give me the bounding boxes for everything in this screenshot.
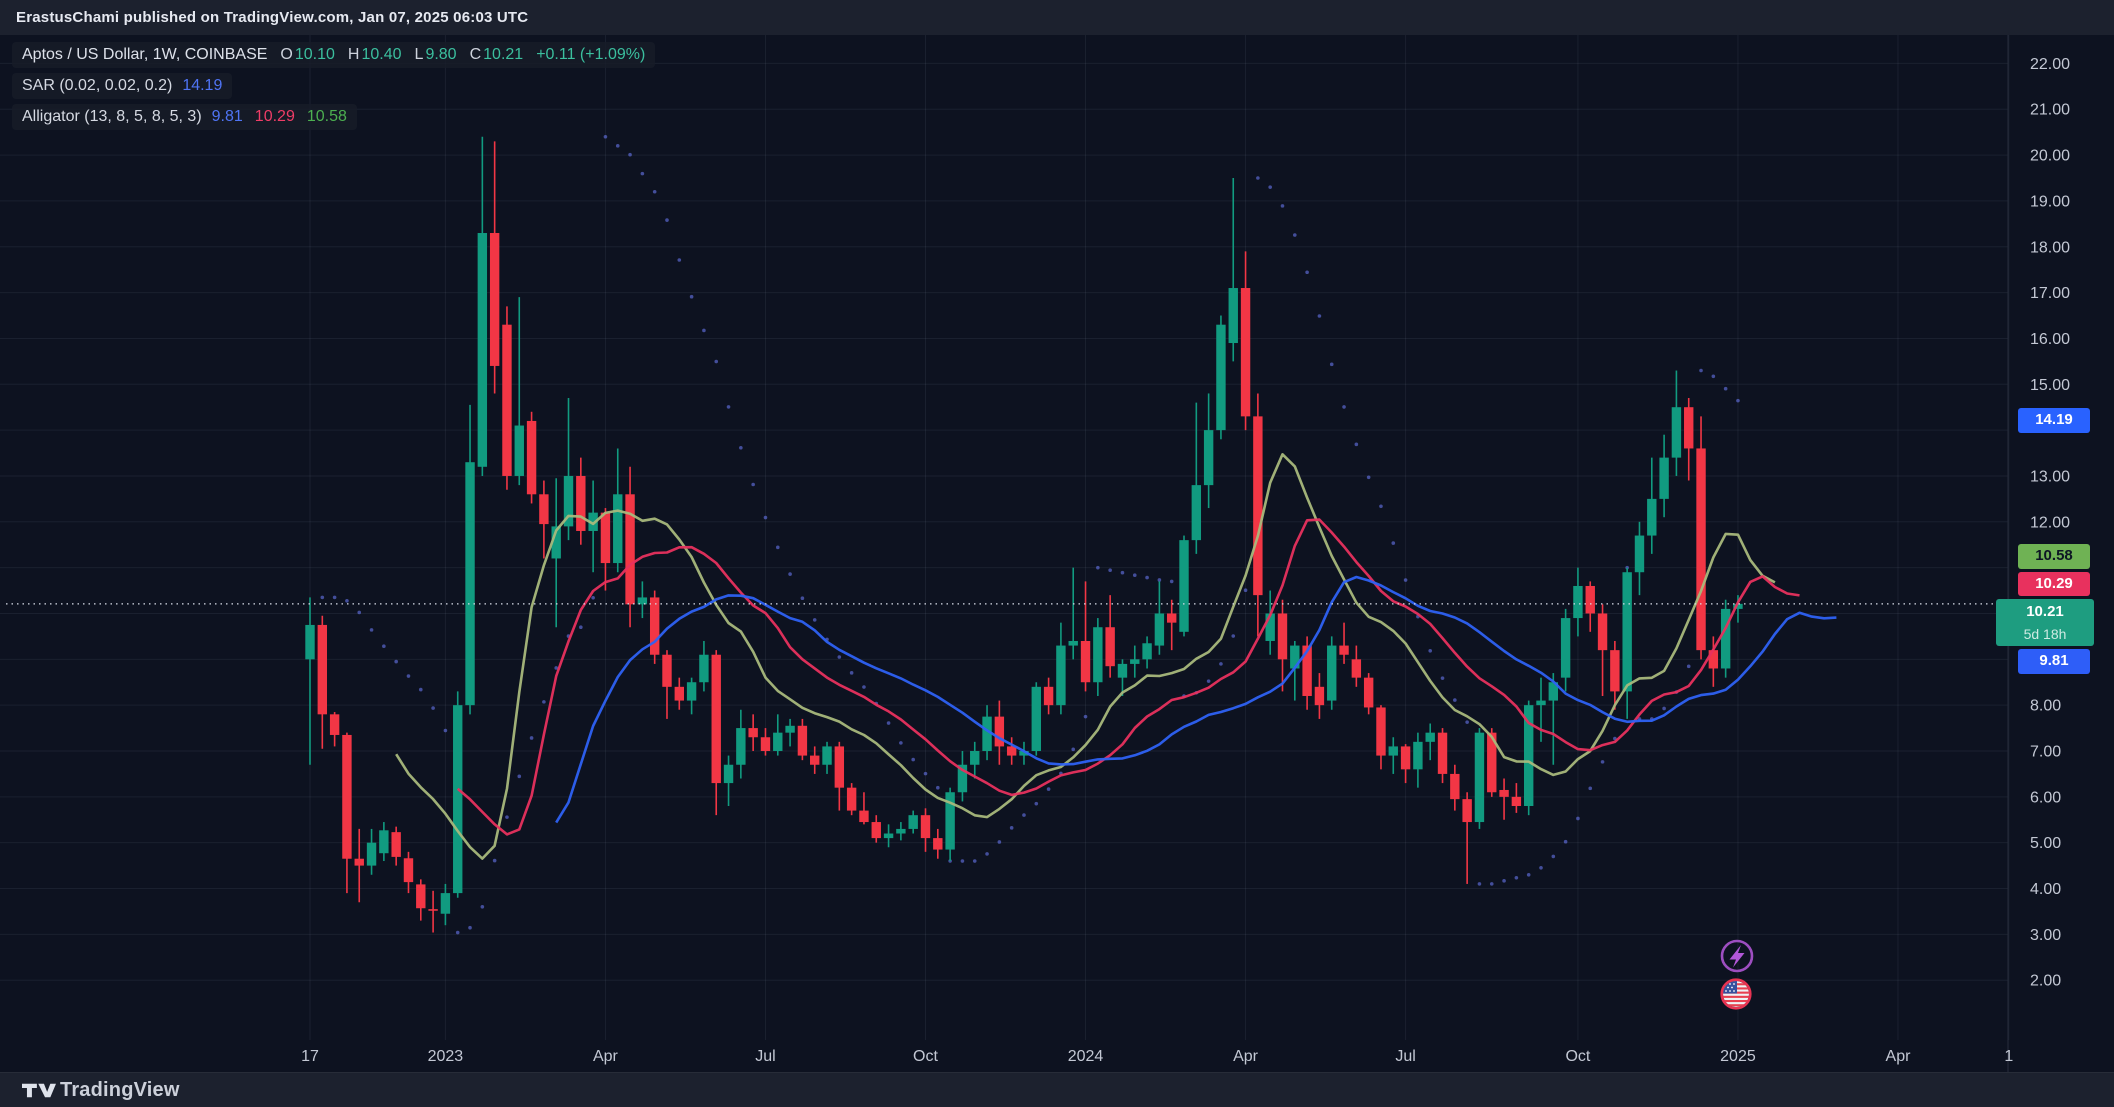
price-tick-13.00: 13.00 (2030, 468, 2070, 485)
bar-countdown: 5d 18h (1996, 623, 2094, 645)
low-label: L (415, 46, 424, 63)
sar-label: SAR (0.02, 0.02, 0.2) (22, 77, 172, 94)
price-chart[interactable]: 22.0021.0020.0019.0018.0017.0016.0015.00… (0, 0, 2114, 1107)
tradingview-logo-icon[interactable] (22, 1080, 56, 1101)
time-label-2025: 2025 (1720, 1048, 1756, 1065)
open-label: O (280, 46, 292, 63)
price-tick-3.00: 3.00 (2030, 927, 2061, 944)
current-price-label: 10.21 5d 18h (1996, 599, 2094, 646)
high-label: H (348, 46, 360, 63)
jaw-price-label: 9.81 (2018, 649, 2090, 674)
attribution-bar: ErastusChami published on TradingView.co… (0, 0, 2114, 35)
low-value: 9.80 (425, 46, 456, 63)
lips-price-label: 10.58 (2018, 544, 2090, 569)
time-label-Oct: Oct (913, 1048, 938, 1065)
price-tick-5.00: 5.00 (2030, 835, 2061, 852)
close-label: C (470, 46, 482, 63)
footer-bar: TradingView (0, 1072, 2114, 1107)
alligator-label: Alligator (13, 8, 5, 8, 5, 3) (22, 108, 202, 125)
price-tick-7.00: 7.00 (2030, 744, 2061, 761)
price-tick-8.00: 8.00 (2030, 698, 2061, 715)
time-label-Jul: Jul (1395, 1048, 1415, 1065)
sar-legend-row[interactable]: SAR (0.02, 0.02, 0.2) 14.19 (12, 73, 232, 99)
time-label-2024: 2024 (1068, 1048, 1104, 1065)
price-tick-12.00: 12.00 (2030, 514, 2070, 531)
current-price-value: 10.21 (1996, 601, 2094, 623)
price-tick-18.00: 18.00 (2030, 239, 2070, 256)
high-value: 10.40 (361, 46, 401, 63)
alligator-teeth-value: 10.29 (255, 108, 295, 125)
price-tick-4.00: 4.00 (2030, 881, 2061, 898)
time-label-1: 1 (2004, 1048, 2013, 1065)
price-tick-2.00: 2.00 (2030, 973, 2061, 990)
open-value: 10.10 (295, 46, 335, 63)
price-tick-20.00: 20.00 (2030, 148, 2070, 165)
alligator-jaw-value: 9.81 (212, 108, 243, 125)
sar-value: 14.19 (182, 77, 222, 94)
price-tick-19.00: 19.00 (2030, 193, 2070, 210)
sar-price-label: 14.19 (2018, 408, 2090, 433)
alligator-lips-value: 10.58 (307, 108, 347, 125)
attribution-text: ErastusChami published on TradingView.co… (16, 9, 528, 26)
indicator-legend: Aptos / US Dollar, 1W, COINBASE O10.10 H… (12, 42, 655, 135)
price-tick-15.00: 15.00 (2030, 377, 2070, 394)
price-tick-21.00: 21.00 (2030, 102, 2070, 119)
time-label-17: 17 (301, 1048, 319, 1065)
price-tick-17.00: 17.00 (2030, 285, 2070, 302)
symbol-legend-row[interactable]: Aptos / US Dollar, 1W, COINBASE O10.10 H… (12, 42, 655, 68)
teeth-price-label: 10.29 (2018, 572, 2090, 596)
price-tick-16.00: 16.00 (2030, 331, 2070, 348)
tradingview-published-chart: 22.0021.0020.0019.0018.0017.0016.0015.00… (0, 0, 2114, 1107)
close-value: 10.21 (483, 46, 523, 63)
time-label-Oct: Oct (1565, 1048, 1590, 1065)
time-label-Apr: Apr (1233, 1048, 1259, 1065)
price-tick-22.00: 22.00 (2030, 56, 2070, 73)
time-label-2023: 2023 (428, 1048, 464, 1065)
time-label-Apr: Apr (593, 1048, 619, 1065)
price-tick-6.00: 6.00 (2030, 789, 2061, 806)
alligator-legend-row[interactable]: Alligator (13, 8, 5, 8, 5, 3) 9.81 10.29… (12, 104, 357, 130)
time-label-Jul: Jul (755, 1048, 775, 1065)
tradingview-brand[interactable]: TradingView (60, 1079, 180, 1102)
symbol-title: Aptos / US Dollar, 1W, COINBASE (22, 46, 267, 63)
time-label-Apr: Apr (1886, 1048, 1912, 1065)
change-value: +0.11 (+1.09%) (536, 46, 645, 63)
